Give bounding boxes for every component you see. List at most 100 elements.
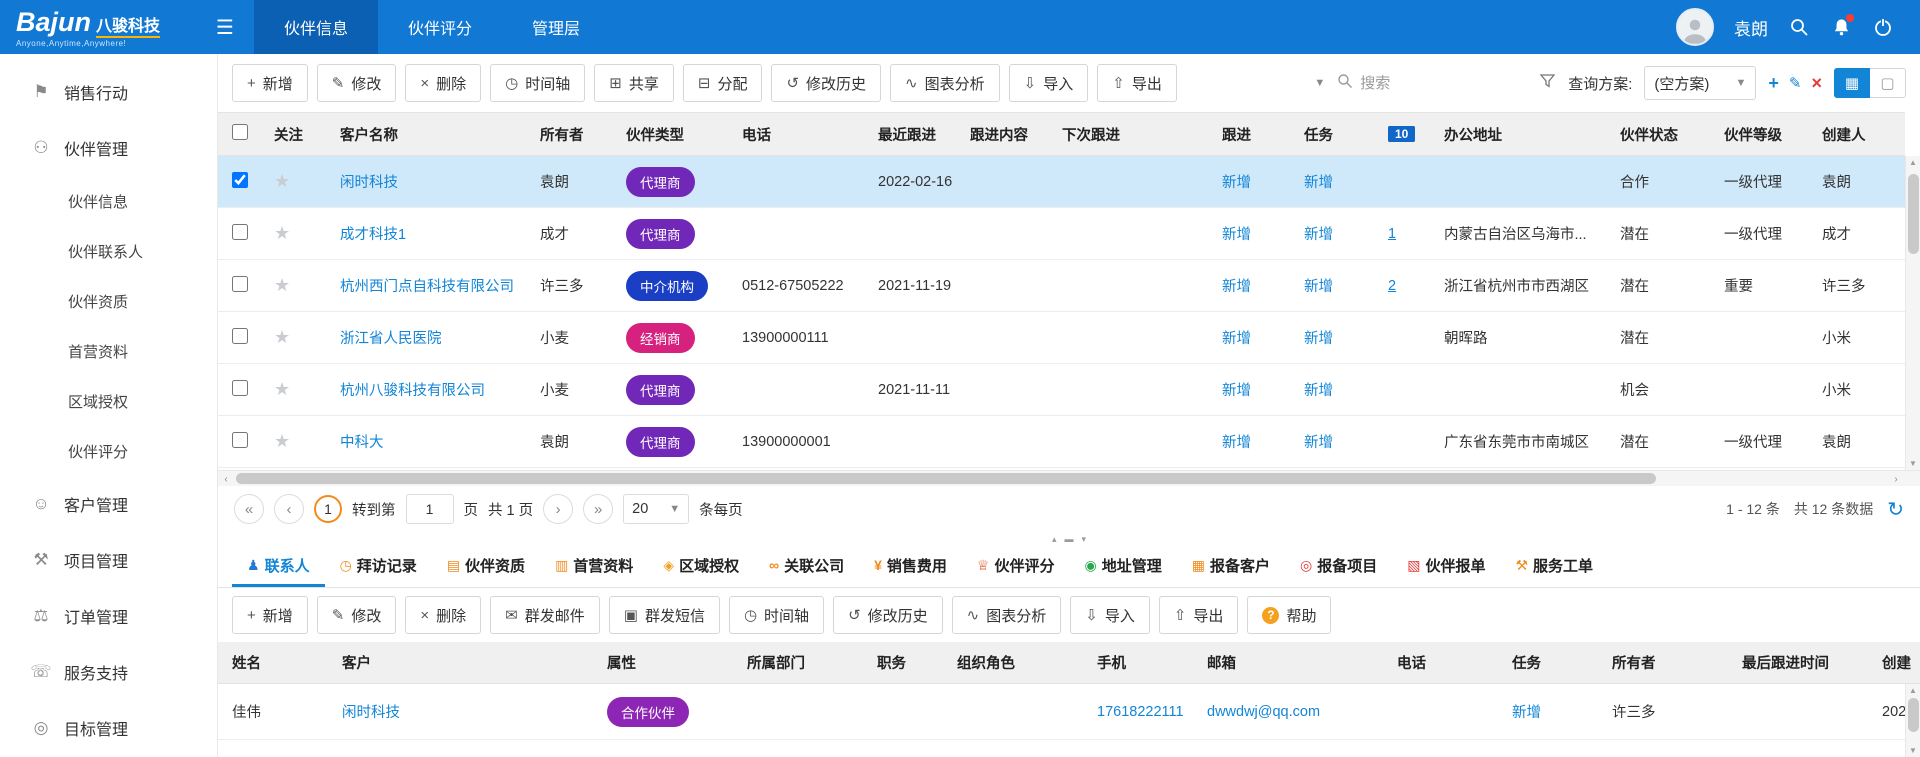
splitter-up-icon[interactable]: ▴	[1052, 534, 1057, 545]
contact-vertical-scrollbar[interactable]: ▲ ▼	[1905, 684, 1920, 757]
sidebar-item-partner-contacts[interactable]: 伙伴联系人	[0, 226, 217, 276]
top-tab-partner-info[interactable]: 伙伴信息	[254, 0, 378, 54]
column-contact-customer[interactable]: 客户	[328, 652, 593, 673]
row-checkbox[interactable]	[232, 328, 248, 344]
detail-tab-partner-order[interactable]: ▧ 伙伴报单	[1392, 546, 1500, 587]
sidebar-item-partner-score[interactable]: 伙伴评分	[0, 426, 217, 476]
detail-tab-report-project[interactable]: ◎ 报备项目	[1285, 546, 1392, 587]
column-contact-title[interactable]: 职务	[863, 652, 943, 673]
customer-name-link[interactable]: 浙江省人民医院	[340, 331, 442, 347]
brand-logo[interactable]: Bajun 八骏科技 Anyone,Anytime,Anywhere!	[0, 7, 212, 48]
scroll-up-icon[interactable]: ▲	[1909, 158, 1917, 167]
timeline-button[interactable]: ◷ 时间轴	[490, 64, 585, 102]
contact-task-link[interactable]: 新增	[1512, 705, 1541, 721]
edit-history-button[interactable]: ↺ 修改历史	[771, 64, 881, 102]
sidebar-item-partner-qualification[interactable]: 伙伴资质	[0, 276, 217, 326]
chart-analysis-button[interactable]: ∿ 图表分析	[890, 64, 1000, 102]
scroll-down-icon[interactable]: ▼	[1909, 459, 1917, 468]
task-count-link[interactable]: 1	[1388, 226, 1396, 242]
card-view-toggle[interactable]: ▢	[1870, 68, 1906, 98]
column-settings-caret-icon[interactable]: ▼	[1314, 77, 1325, 89]
grid-view-toggle[interactable]: ▦	[1834, 68, 1870, 98]
task-link[interactable]: 新增	[1304, 383, 1333, 399]
scroll-up-icon[interactable]: ▲	[1909, 686, 1917, 695]
table-row[interactable]: 中科大 袁朗 代理商 13900000001 新增 新增 广东省东莞市市南城区 …	[218, 416, 1905, 468]
star-icon[interactable]	[274, 171, 290, 191]
add-button[interactable]: + 新增	[232, 64, 308, 102]
task-link[interactable]: 新增	[1304, 227, 1333, 243]
column-contact-name[interactable]: 姓名	[218, 652, 328, 673]
detail-tab-region-auth[interactable]: ◈ 区域授权	[648, 546, 754, 587]
scroll-right-icon[interactable]: ›	[1888, 471, 1904, 487]
sidebar-item-service-support[interactable]: ☏ 服务支持	[0, 644, 217, 700]
splitter-down-icon[interactable]: ▾	[1082, 534, 1087, 545]
first-page-button[interactable]: «	[234, 494, 264, 524]
column-task[interactable]: 任务	[1290, 124, 1374, 145]
column-phone[interactable]: 电话	[728, 124, 864, 145]
query-delete-icon[interactable]: ×	[1811, 73, 1822, 94]
detail-tab-qualification[interactable]: ▤ 伙伴资质	[432, 546, 540, 587]
table-row[interactable]: 闲时科技 袁朗 代理商 2022-02-16 新增 新增 合作 一级代理 袁朗	[218, 156, 1905, 208]
scroll-left-icon[interactable]: ‹	[218, 471, 234, 487]
goto-page-input[interactable]	[406, 494, 454, 524]
help-button[interactable]: ? 帮助	[1247, 596, 1331, 634]
contact-export-button[interactable]: ⇧ 导出	[1159, 596, 1239, 634]
star-icon[interactable]	[274, 379, 290, 399]
column-contact-attribute[interactable]: 属性	[593, 652, 733, 673]
contact-timeline-button[interactable]: ◷ 时间轴	[729, 596, 824, 634]
follow-link[interactable]: 新增	[1222, 383, 1251, 399]
detail-tab-first-camp-data[interactable]: ▥ 首营资料	[540, 546, 648, 587]
next-page-button[interactable]: ›	[543, 494, 573, 524]
search-icon[interactable]	[1788, 16, 1810, 38]
row-checkbox[interactable]	[232, 224, 248, 240]
power-icon[interactable]	[1872, 16, 1894, 38]
avatar[interactable]	[1676, 8, 1714, 46]
contact-chart-button[interactable]: ∿ 图表分析	[952, 596, 1062, 634]
query-scheme-select[interactable]: (空方案) ▼	[1644, 66, 1756, 100]
page-size-select[interactable]: 20 ▼	[623, 494, 689, 524]
sidebar-item-sales-action[interactable]: ⚑ 销售行动	[0, 64, 217, 120]
column-contact-task[interactable]: 任务	[1498, 652, 1598, 673]
detail-tab-visit-records[interactable]: ◷ 拜访记录	[325, 546, 432, 587]
star-icon[interactable]	[274, 431, 290, 451]
vertical-scrollbar[interactable]: ▲ ▼	[1905, 156, 1920, 470]
last-page-button[interactable]: »	[583, 494, 613, 524]
row-checkbox[interactable]	[232, 276, 248, 292]
bulk-email-button[interactable]: ✉ 群发邮件	[490, 596, 600, 634]
column-contact-email[interactable]: 邮箱	[1193, 652, 1383, 673]
horizontal-scrollbar[interactable]: ‹ ›	[218, 470, 1920, 486]
task-count-header-badge[interactable]: 10	[1388, 126, 1415, 142]
table-row[interactable]: 杭州八骏科技有限公司 小麦 代理商 2021-11-11 新增 新增 机会	[218, 364, 1905, 416]
star-icon[interactable]	[274, 327, 290, 347]
prev-page-button[interactable]: ‹	[274, 494, 304, 524]
column-partner-status[interactable]: 伙伴状态	[1606, 124, 1710, 145]
follow-link[interactable]: 新增	[1222, 435, 1251, 451]
customer-name-link[interactable]: 杭州八骏科技有限公司	[340, 383, 485, 399]
scroll-down-icon[interactable]: ▼	[1909, 746, 1917, 755]
top-tab-partner-score[interactable]: 伙伴评分	[378, 0, 502, 54]
customer-name-link[interactable]: 成才科技1	[340, 227, 406, 243]
column-contact-created[interactable]: 创建	[1868, 652, 1920, 673]
sidebar-item-customer-management[interactable]: ☺ 客户管理	[0, 476, 217, 532]
table-row[interactable]: 成才科技1 成才 代理商 新增 新增 1 内蒙古自治区乌海市... 潜在 一级代…	[218, 208, 1905, 260]
panel-splitter[interactable]: ▴ ▬ ▾	[218, 532, 1920, 546]
star-icon[interactable]	[274, 275, 290, 295]
import-button[interactable]: ⇩ 导入	[1009, 64, 1089, 102]
query-edit-icon[interactable]: ✎	[1789, 74, 1802, 92]
detail-tab-partner-score[interactable]: ♕ 伙伴评分	[962, 546, 1070, 587]
scrollbar-thumb[interactable]	[1908, 174, 1919, 254]
detail-tab-sales-expense[interactable]: ¥ 销售费用	[859, 546, 962, 587]
sidebar-item-partner-management[interactable]: ⚇ 伙伴管理	[0, 120, 217, 176]
task-count-link[interactable]: 2	[1388, 278, 1396, 294]
splitter-bar-icon[interactable]: ▬	[1065, 534, 1074, 544]
refresh-icon[interactable]: ↻	[1887, 497, 1904, 522]
contact-edit-button[interactable]: ✎ 修改	[317, 596, 397, 634]
column-follow-star[interactable]: 关注	[260, 124, 326, 145]
follow-link[interactable]: 新增	[1222, 331, 1251, 347]
contact-edit-history-button[interactable]: ↺ 修改历史	[833, 596, 943, 634]
bulk-sms-button[interactable]: ▣ 群发短信	[609, 596, 720, 634]
detail-tab-report-customer[interactable]: ▦ 报备客户	[1177, 546, 1285, 587]
column-follow-content[interactable]: 跟进内容	[956, 124, 1048, 145]
contact-scrollbar-thumb[interactable]	[1908, 698, 1919, 732]
column-contact-owner[interactable]: 所有者	[1598, 652, 1728, 673]
